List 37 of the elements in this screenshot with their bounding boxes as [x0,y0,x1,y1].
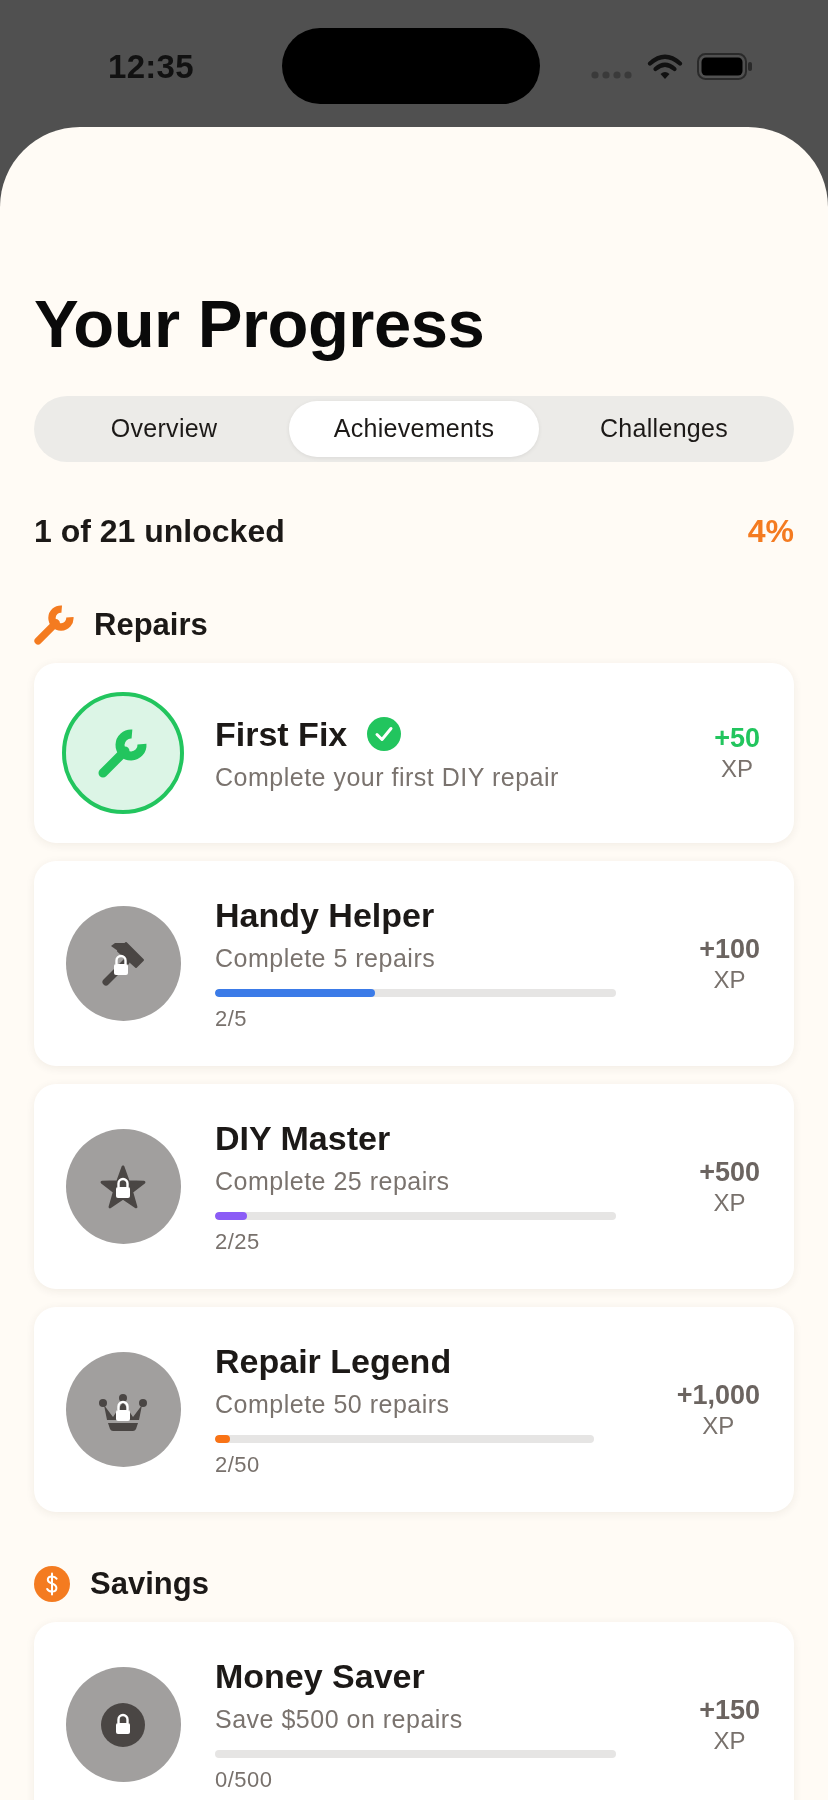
dollar-circle-icon [34,1566,70,1602]
wrench-icon [34,605,74,645]
completion-percent: 4% [747,512,794,550]
progress-count: 2/5 [215,1006,249,1032]
status-time: 12:35 [108,49,194,83]
xp-label: XP [701,1410,736,1441]
progress-count: 2/50 [215,1452,261,1478]
wifi-icon [646,52,683,80]
xp-points: +100 [699,932,760,965]
xp-points: +500 [699,1155,760,1188]
tab[interactable]: Achievements [289,401,539,457]
achievement-title: DIY Master [215,1118,391,1158]
xp-points: +1,000 [676,1378,760,1411]
achievement-description: Save $500 on repairs [215,1704,464,1734]
progress-count: 2/25 [215,1229,261,1255]
progress-count: 0/500 [215,1767,274,1793]
tab[interactable]: Overview [39,401,289,457]
achievement-title: Handy Helper [215,895,435,935]
achievement-title: Money Saver [215,1656,425,1696]
section-title: Repairs [94,606,208,644]
achievement-description: Complete 5 repairs [215,943,437,973]
achievement-description: Complete 25 repairs [215,1166,451,1196]
check-circle-icon [367,717,402,751]
xp-label: XP [720,754,755,784]
unlocked-count: 1 of 21 unlocked [34,512,285,550]
achievement-description: Complete 50 repairs [215,1389,451,1419]
achievement-description: Complete your first DIY repair [215,762,560,792]
battery-icon [696,52,753,80]
xp-label: XP [712,964,747,995]
xp-points: +150 [699,1693,760,1726]
xp-label: XP [712,1187,747,1218]
xp-points: +50 [714,722,760,754]
achievement-title: First Fix [215,714,348,754]
tab[interactable]: Challenges [539,401,789,457]
xp-label: XP [712,1725,747,1756]
section-title: Savings [90,1565,209,1603]
achievement-title: Repair Legend [215,1341,452,1381]
